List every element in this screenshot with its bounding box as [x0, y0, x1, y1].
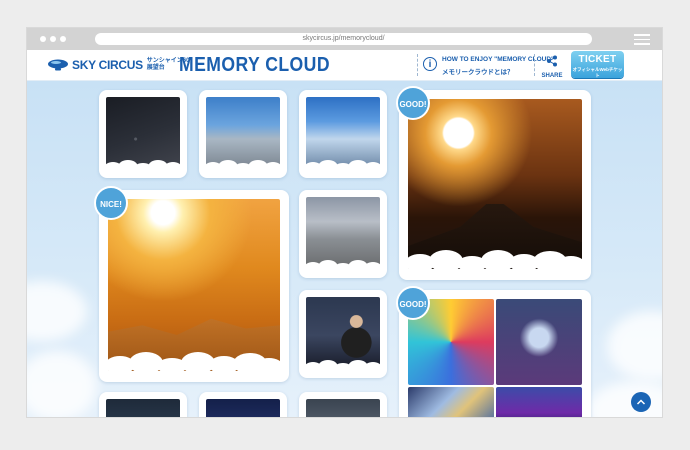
cloud-border — [204, 160, 282, 174]
photo-image — [106, 97, 180, 167]
browser-chrome: skycircus.jp/memorycloud/ — [27, 28, 662, 50]
photo-image — [206, 399, 280, 417]
chevron-up-icon — [636, 399, 646, 405]
photo-wall: GOOD! NICE! GOOD! — [27, 81, 662, 417]
cloud-border — [105, 352, 283, 374]
browser-window: skycircus.jp/memorycloud/ SKY CIRCUS サンシ… — [27, 28, 662, 417]
cloud-border — [304, 260, 382, 274]
photo-card[interactable] — [299, 190, 387, 278]
cloud-border — [104, 160, 182, 174]
photo-image — [496, 387, 582, 417]
ticket-sublabel: オフィシャルWebチケット — [572, 67, 623, 78]
window-dot[interactable] — [60, 36, 66, 42]
background-cloud — [27, 351, 97, 417]
blimp-logo-icon — [48, 59, 68, 71]
photo-card[interactable] — [99, 190, 289, 382]
share-button[interactable]: SHARE — [540, 54, 564, 79]
ticket-label: TICKET — [578, 54, 617, 65]
cloud-border — [304, 160, 382, 174]
scroll-to-top-button[interactable] — [631, 392, 651, 412]
logo-text: SKY CIRCUS — [72, 58, 143, 72]
photo-card[interactable] — [199, 392, 287, 417]
photo-card[interactable] — [299, 90, 387, 178]
cloud-border — [405, 250, 585, 272]
background-cloud — [27, 281, 87, 341]
photo-image — [306, 297, 380, 367]
share-label: SHARE — [541, 73, 563, 79]
good-badge: GOOD! — [396, 286, 430, 320]
photo-image — [106, 399, 180, 417]
photo-card[interactable] — [99, 90, 187, 178]
photo-image — [306, 97, 380, 167]
how-to-enjoy-link[interactable]: HOW TO ENJOY "MEMORY CLOUD" メモリークラウドとは？ — [442, 56, 554, 76]
photo-card[interactable] — [399, 90, 591, 280]
site-header: SKY CIRCUS サンシャイン60 展望台 MEMORY CLOUD i H… — [27, 50, 662, 81]
how-to-enjoy-subtitle: メモリークラウドとは？ — [442, 69, 514, 76]
divider — [417, 54, 418, 76]
window-dot[interactable] — [40, 36, 46, 42]
window-controls — [40, 36, 66, 42]
photo-card[interactable] — [199, 90, 287, 178]
cloud-border — [304, 360, 382, 374]
nice-badge: NICE! — [94, 186, 128, 220]
share-icon — [547, 55, 557, 67]
info-icon[interactable]: i — [423, 57, 437, 71]
photo-image — [408, 387, 494, 417]
photo-image — [206, 97, 280, 167]
photo-card[interactable] — [99, 392, 187, 417]
divider — [534, 54, 535, 76]
address-bar[interactable]: skycircus.jp/memorycloud/ — [95, 33, 592, 45]
how-to-enjoy-title: HOW TO ENJOY "MEMORY CLOUD" — [442, 56, 555, 63]
ticket-button[interactable]: TICKET オフィシャルWebチケット — [571, 51, 624, 78]
photo-card[interactable] — [299, 290, 387, 378]
photo-image — [108, 199, 280, 371]
photo-card[interactable] — [299, 392, 387, 417]
good-badge: GOOD! — [396, 86, 430, 120]
window-dot[interactable] — [50, 36, 56, 42]
photo-image — [306, 197, 380, 267]
photo-image — [408, 99, 582, 269]
photo-image — [306, 399, 380, 417]
page-title: MEMORY CLOUD — [179, 54, 330, 76]
site-logo[interactable]: SKY CIRCUS サンシャイン60 展望台 — [47, 56, 189, 74]
background-cloud — [607, 311, 662, 381]
photo-image — [496, 299, 582, 385]
hamburger-menu-icon[interactable] — [634, 34, 650, 48]
